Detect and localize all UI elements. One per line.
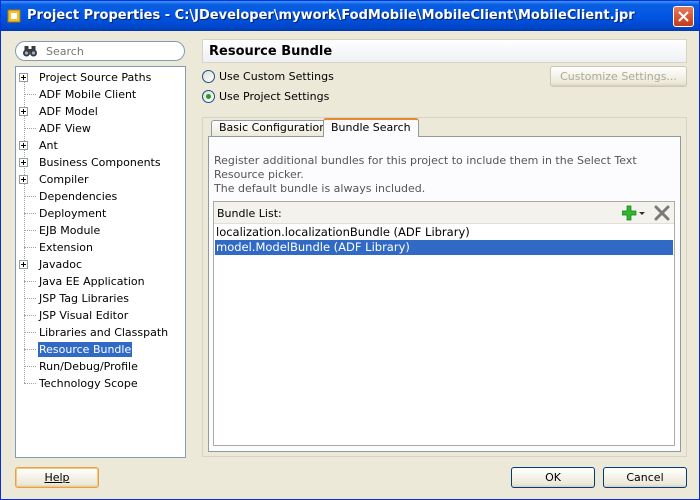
tree-item-jsp-visual-editor[interactable]: JSP Visual Editor xyxy=(16,307,185,324)
search-input[interactable] xyxy=(46,44,176,58)
tree-item-label: JSP Tag Libraries xyxy=(39,292,129,305)
ok-button[interactable]: OK xyxy=(511,467,595,488)
tree-item-resource-bundle[interactable]: Resource Bundle xyxy=(16,341,185,358)
tree-branch-line xyxy=(24,230,36,231)
tree-item-label: ADF Mobile Client xyxy=(39,88,137,101)
expand-icon[interactable] xyxy=(19,141,28,150)
tree-item-deployment[interactable]: Deployment xyxy=(16,205,185,222)
tree-item-label: Run/Debug/Profile xyxy=(39,360,138,373)
expand-icon[interactable] xyxy=(19,73,28,82)
jdeveloper-icon xyxy=(7,9,21,23)
tree-branch-line xyxy=(24,281,36,282)
binoculars-search-icon xyxy=(23,46,37,57)
tree-item-label: Ant xyxy=(39,139,58,152)
description-line: The default bundle is always included. xyxy=(214,182,426,195)
close-button[interactable] xyxy=(673,6,694,27)
description-line: Register additional bundles for this pro… xyxy=(214,154,637,181)
tree-item-label: Java EE Application xyxy=(39,275,145,288)
radio-button[interactable] xyxy=(202,90,215,103)
tree-item-project-source-paths[interactable]: Project Source Paths xyxy=(16,69,185,86)
tree-item-dependencies[interactable]: Dependencies xyxy=(16,188,185,205)
tree-branch-line xyxy=(24,196,36,197)
tree-item-label: Extension xyxy=(39,241,94,254)
tree-branch-line xyxy=(24,349,36,350)
tree-item-libraries-and-classpath[interactable]: Libraries and Classpath xyxy=(16,324,185,341)
cancel-button[interactable]: Cancel xyxy=(603,467,687,488)
tree-item-label: Deployment xyxy=(39,207,107,220)
tree-item-adf-view[interactable]: ADF View xyxy=(16,120,185,137)
project-properties-dialog: Project Properties - C:\JDeveloper\mywor… xyxy=(0,0,700,500)
tree-item-javadoc[interactable]: Javadoc xyxy=(16,256,185,273)
tree-branch-line xyxy=(24,383,36,384)
expand-icon[interactable] xyxy=(19,175,28,184)
tree-item-compiler[interactable]: Compiler xyxy=(16,171,185,188)
customize-settings-button[interactable]: Customize Settings... xyxy=(550,66,687,87)
tree-item-label: Libraries and Classpath xyxy=(39,326,169,339)
tree-branch-line xyxy=(24,94,36,95)
bundle-row-selected[interactable]: model.ModelBundle (ADF Library) xyxy=(215,240,673,255)
radio-label: Use Project Settings xyxy=(219,90,330,103)
radio-label: Use Custom Settings xyxy=(219,70,334,83)
tree-item-label: Technology Scope xyxy=(39,377,138,390)
tree-item-label: Compiler xyxy=(39,173,89,186)
expand-icon[interactable] xyxy=(19,107,28,116)
add-icon[interactable] xyxy=(622,205,646,221)
page-title: Resource Bundle xyxy=(202,39,687,63)
tree-item-label: Dependencies xyxy=(39,190,118,203)
tree-item-label: Business Components xyxy=(39,156,161,169)
tree-branch-line xyxy=(24,366,36,367)
expand-icon[interactable] xyxy=(19,158,28,167)
tree-branch-line xyxy=(24,298,36,299)
window-title: Project Properties - C:\JDeveloper\mywor… xyxy=(27,8,635,23)
tree-item-java-ee-application[interactable]: Java EE Application xyxy=(16,273,185,290)
title-bar[interactable]: Project Properties - C:\JDeveloper\mywor… xyxy=(1,1,699,31)
radio-button[interactable] xyxy=(202,70,215,83)
category-tree[interactable]: Project Source Paths ADF Mobile Client A… xyxy=(15,66,186,458)
tree-item-jsp-tag-libraries[interactable]: JSP Tag Libraries xyxy=(16,290,185,307)
search-box[interactable] xyxy=(15,41,185,61)
help-button[interactable]: Help xyxy=(15,467,99,488)
tree-branch-line xyxy=(24,128,36,129)
tab-basic-configuration[interactable]: Basic Configuration xyxy=(211,120,335,136)
tree-item-label: JSP Visual Editor xyxy=(39,309,129,322)
tree-branch-line xyxy=(24,332,36,333)
bundle-search-description: Register additional bundles for this pro… xyxy=(214,154,676,196)
tree-item-business-components[interactable]: Business Components xyxy=(16,154,185,171)
tree-item-run-debug-profile[interactable]: Run/Debug/Profile xyxy=(16,358,185,375)
bundle-list-header: Bundle List: xyxy=(214,202,674,224)
close-icon xyxy=(678,11,689,22)
bundle-list[interactable]: Bundle List: localization.localizationBu… xyxy=(213,201,675,446)
help-button-label: Help xyxy=(44,471,70,484)
tree-item-technology-scope[interactable]: Technology Scope xyxy=(16,375,185,392)
tree-item-label: ADF Model xyxy=(39,105,98,118)
tree-item-label: Javadoc xyxy=(39,258,82,271)
tree-branch-line xyxy=(24,213,36,214)
bundle-list-label: Bundle List: xyxy=(217,207,282,220)
tree-branch-line xyxy=(24,247,36,248)
tree-item-adf-mobile-client[interactable]: ADF Mobile Client xyxy=(16,86,185,103)
delete-icon[interactable] xyxy=(654,205,670,221)
tree-item-ejb-module[interactable]: EJB Module xyxy=(16,222,185,239)
tree-item-label: ADF View xyxy=(39,122,91,135)
tab-bundle-search[interactable]: Bundle Search xyxy=(323,118,419,137)
bundle-row[interactable]: localization.localizationBundle (ADF Lib… xyxy=(215,225,673,240)
tree-branch-line xyxy=(24,315,36,316)
tree-item-adf-model[interactable]: ADF Model xyxy=(16,103,185,120)
tree-item-label: EJB Module xyxy=(39,224,101,237)
tree-item-ant[interactable]: Ant xyxy=(16,137,185,154)
tree-item-label: Project Source Paths xyxy=(39,71,152,84)
expand-icon[interactable] xyxy=(19,260,28,269)
tree-item-extension[interactable]: Extension xyxy=(16,239,185,256)
tree-item-label: Resource Bundle xyxy=(36,341,134,358)
